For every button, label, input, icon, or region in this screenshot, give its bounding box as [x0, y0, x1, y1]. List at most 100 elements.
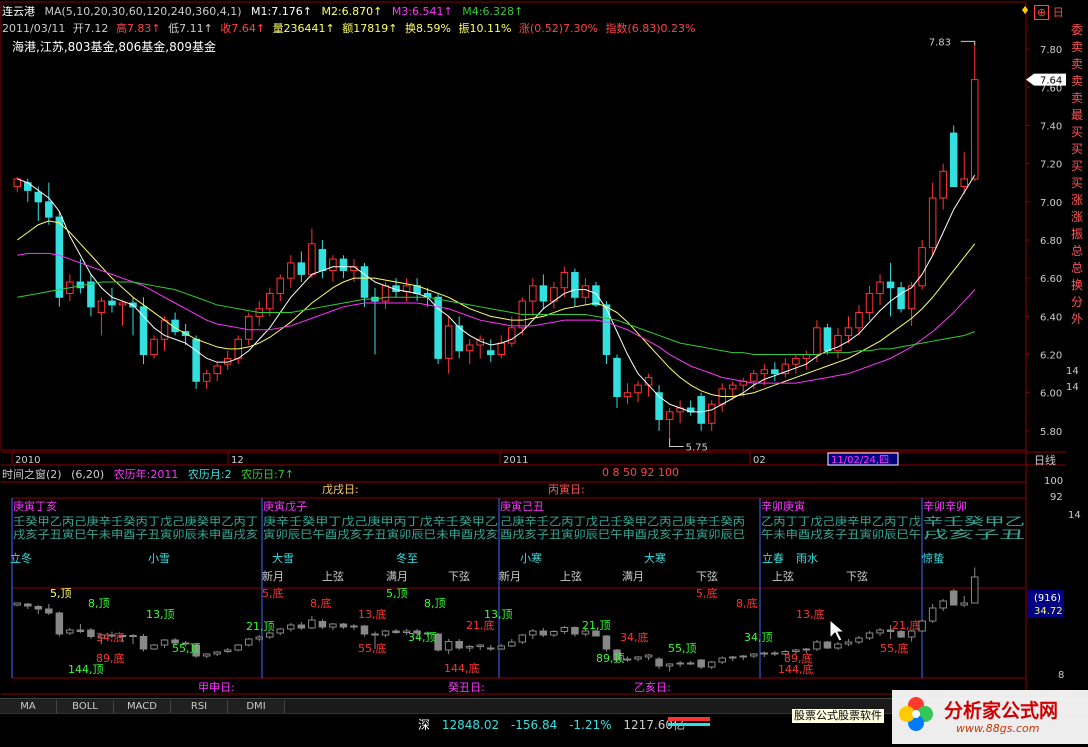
candle-body[interactable]: [823, 327, 832, 352]
main-chart-svg[interactable]: 7.807.607.407.207.006.806.606.406.206.00…: [0, 0, 1088, 744]
candle-body[interactable]: [970, 79, 979, 180]
candle-body[interactable]: [360, 266, 369, 298]
tab-ma[interactable]: MA: [0, 700, 57, 713]
candle-body[interactable]: [339, 258, 348, 272]
sidebar-label-5[interactable]: 最: [1066, 107, 1088, 124]
candle-body[interactable]: [897, 287, 905, 310]
tab-rsi[interactable]: RSI: [171, 700, 228, 713]
sidebar-label-1[interactable]: 卖: [1066, 39, 1088, 56]
candle-body[interactable]: [844, 327, 853, 336]
period-day-tab[interactable]: 日: [1053, 6, 1064, 19]
candle-body[interactable]: [297, 262, 306, 275]
alert-icon[interactable]: ♦: [1020, 4, 1030, 17]
candle-body[interactable]: [497, 342, 506, 356]
candle-body[interactable]: [876, 281, 884, 294]
candle-body[interactable]: [213, 365, 221, 375]
candle-body[interactable]: [960, 178, 968, 188]
candle-body[interactable]: [381, 285, 390, 302]
period-tab-icon[interactable]: ⊕: [1034, 5, 1050, 20]
candle-body[interactable]: [276, 277, 285, 294]
candle-body[interactable]: [760, 369, 769, 375]
candle-body[interactable]: [287, 262, 295, 279]
tab-dmi[interactable]: DMI: [228, 700, 285, 713]
candle-body[interactable]: [45, 201, 53, 218]
tab-macd[interactable]: MACD: [114, 700, 171, 713]
candle-body[interactable]: [571, 271, 579, 298]
candle-body[interactable]: [771, 369, 779, 375]
candle-body[interactable]: [108, 300, 116, 306]
sidebar-label-12[interactable]: 振: [1066, 226, 1088, 243]
candle-body[interactable]: [792, 357, 800, 365]
candle-body[interactable]: [707, 403, 716, 424]
sidebar-label-11[interactable]: 涨: [1066, 209, 1088, 226]
cursor-date-label[interactable]: 11/02/24,四: [831, 455, 889, 466]
candle-body[interactable]: [192, 338, 200, 382]
candle-body[interactable]: [855, 312, 863, 329]
candle-body[interactable]: [97, 300, 106, 314]
sidebar-label-13[interactable]: 总: [1066, 243, 1088, 260]
sidebar-label-7[interactable]: 买: [1066, 141, 1088, 158]
quote-sidebar[interactable]: 委卖卖卖卖最买买买买涨涨振总总换分外: [1066, 22, 1088, 328]
candle-body[interactable]: [34, 191, 43, 203]
sidebar-label-14[interactable]: 总: [1066, 260, 1088, 277]
sub-axis-label: (916): [1034, 593, 1061, 604]
candle-body[interactable]: [634, 384, 642, 394]
sidebar-label-4[interactable]: 卖: [1066, 90, 1088, 107]
sidebar-label-8[interactable]: 买: [1066, 158, 1088, 175]
sidebar-label-15[interactable]: 换: [1066, 277, 1088, 294]
indicator-title[interactable]: 时间之窗(2): [2, 468, 62, 481]
sidebar-label-3[interactable]: 卖: [1066, 73, 1088, 90]
candle-body[interactable]: [486, 350, 495, 356]
candle-body[interactable]: [886, 281, 895, 289]
candle-body[interactable]: [539, 285, 548, 302]
candle-body[interactable]: [529, 285, 537, 302]
candle-body[interactable]: [76, 281, 85, 289]
candle-body[interactable]: [465, 344, 474, 352]
top-right-tabs[interactable]: ⊕ 日: [1034, 4, 1084, 20]
period-label[interactable]: 日线: [1034, 453, 1056, 467]
sidebar-label-2[interactable]: 卖: [1066, 56, 1088, 73]
sidebar-label-6[interactable]: 买: [1066, 124, 1088, 141]
stock-name[interactable]: 连云港: [2, 5, 35, 18]
candle-body[interactable]: [602, 304, 611, 356]
sidebar-label-16[interactable]: 分: [1066, 294, 1088, 311]
candle-body[interactable]: [928, 197, 937, 249]
candle-body[interactable]: [150, 338, 158, 356]
candle-body[interactable]: [308, 243, 316, 275]
sidebar-label-0[interactable]: 委: [1066, 22, 1088, 39]
candle-body[interactable]: [244, 315, 253, 340]
candle-body[interactable]: [55, 216, 64, 298]
candle-body[interactable]: [918, 247, 926, 287]
scroll-message[interactable]: 股票公式股票软件: [792, 709, 884, 723]
candle-body[interactable]: [728, 384, 737, 390]
candle-body[interactable]: [581, 285, 590, 298]
candle-body[interactable]: [202, 373, 211, 382]
candle-body[interactable]: [665, 411, 674, 420]
sub-candle-body: [644, 654, 653, 658]
candle-body[interactable]: [444, 325, 453, 359]
candle-body[interactable]: [87, 281, 95, 308]
candle-body[interactable]: [949, 132, 958, 188]
candle-body[interactable]: [266, 292, 274, 310]
candle-body[interactable]: [623, 392, 632, 398]
candle-body[interactable]: [560, 271, 569, 289]
candle-body[interactable]: [508, 327, 516, 344]
candle-body[interactable]: [865, 292, 874, 314]
top-icons[interactable]: ♦: [1020, 4, 1030, 17]
candle-body[interactable]: [750, 373, 758, 382]
tab-boll[interactable]: BOLL: [57, 700, 114, 713]
candle-body[interactable]: [813, 327, 821, 356]
candle-body[interactable]: [592, 285, 600, 306]
sidebar-label-17[interactable]: 外: [1066, 311, 1088, 328]
candle-body[interactable]: [118, 302, 127, 306]
candle-body[interactable]: [318, 249, 327, 272]
sidebar-label-9[interactable]: 买: [1066, 175, 1088, 192]
candle-body[interactable]: [613, 357, 621, 398]
candle-body[interactable]: [939, 170, 947, 199]
sidebar-label-10[interactable]: 涨: [1066, 192, 1088, 209]
candle-body[interactable]: [697, 396, 705, 424]
candle-body[interactable]: [329, 258, 337, 272]
candle-body[interactable]: [644, 376, 653, 386]
candle-body[interactable]: [802, 354, 811, 359]
candle-body[interactable]: [834, 334, 842, 352]
